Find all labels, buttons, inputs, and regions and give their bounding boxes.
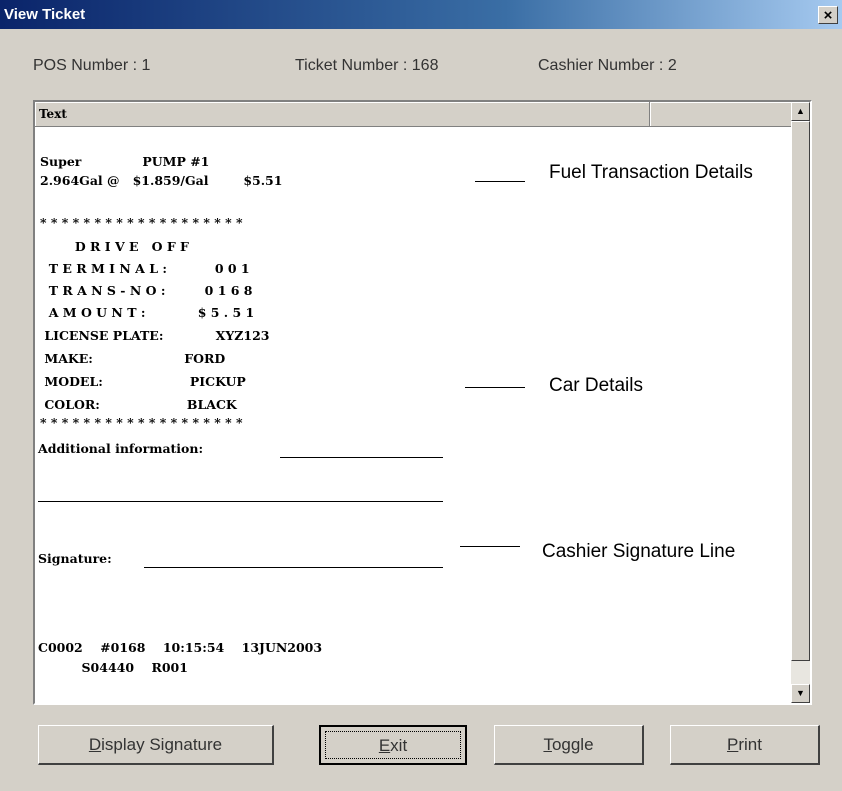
title-bar[interactable]: View Ticket ×: [0, 0, 842, 29]
ticket-line: COLOR: BLACK: [40, 397, 237, 412]
signature-label: Signature:: [38, 551, 112, 566]
ticket-footer-line: C0002 #0168 10:15:54 13JUN2003: [38, 640, 323, 655]
scroll-thumb[interactable]: [791, 121, 810, 661]
additional-info-label: Additional information:: [38, 441, 204, 456]
fuel-annotation-pointer: [475, 181, 525, 182]
signature-annotation-pointer: [460, 546, 520, 547]
exit-button[interactable]: Exit: [319, 725, 467, 765]
ticket-line: MAKE: FORD: [40, 351, 226, 366]
additional-info-underline: [280, 457, 443, 458]
print-label: rint: [738, 735, 762, 754]
column-header-text[interactable]: Text: [35, 102, 650, 127]
window-title: View Ticket: [4, 6, 86, 23]
ticket-line: 2.964Gal @ $1.859/Gal $5.51: [40, 173, 283, 188]
ticket-line: MODEL: PICKUP: [40, 374, 246, 389]
display-signature-button[interactable]: Display Signature: [38, 725, 274, 765]
toggle-button[interactable]: Toggle: [494, 725, 644, 765]
ticket-line: T E R M I N A L : 0 0 1: [40, 261, 250, 276]
scroll-up-icon[interactable]: ▲: [791, 102, 810, 121]
print-mnemonic: P: [727, 735, 739, 754]
ticket-line: * * * * * * * * * * * * * * * * * * *: [40, 215, 243, 230]
display-signature-mnemonic: D: [88, 735, 102, 754]
car-details-annotation: Car Details: [549, 375, 643, 396]
exit-focus-rect: [325, 731, 461, 759]
signature-line-annotation: Cashier Signature Line: [542, 541, 736, 562]
ticket-line: * * * * * * * * * * * * * * * * * * *: [40, 415, 243, 430]
toggle-label: oggle: [551, 735, 594, 754]
ticket-line: T R A N S - N O : 0 1 6 8: [40, 283, 253, 298]
scroll-down-icon[interactable]: ▼: [791, 684, 810, 703]
close-button[interactable]: ×: [818, 6, 838, 24]
ticket-line: A M O U N T : $ 5 . 5 1: [40, 305, 255, 320]
vertical-scrollbar[interactable]: ▲ ▼: [791, 102, 810, 703]
ticket-line: LICENSE PLATE: XYZ123: [40, 328, 270, 343]
ticket-line: D R I V E O F F: [40, 239, 189, 254]
signature-underline: [144, 567, 443, 568]
toggle-mnemonic: T: [543, 735, 552, 754]
ticket-number-label: Ticket Number : 168: [295, 57, 439, 74]
print-button[interactable]: Print: [670, 725, 820, 765]
display-signature-label: isplay Signature: [101, 735, 223, 754]
ticket-footer-line: S04440 R001: [38, 660, 188, 675]
ticket-text-list[interactable]: Text Super PUMP #1 2.964Gal @ $1.859/Gal…: [33, 100, 812, 705]
column-header-empty[interactable]: [650, 102, 792, 127]
additional-info-blank-line: [38, 501, 443, 502]
cashier-number-label: Cashier Number : 2: [538, 57, 677, 74]
ticket-line: Super PUMP #1: [40, 154, 210, 169]
pos-number-label: POS Number : 1: [33, 57, 151, 74]
fuel-details-annotation: Fuel Transaction Details: [549, 162, 753, 183]
car-annotation-pointer: [465, 387, 525, 388]
